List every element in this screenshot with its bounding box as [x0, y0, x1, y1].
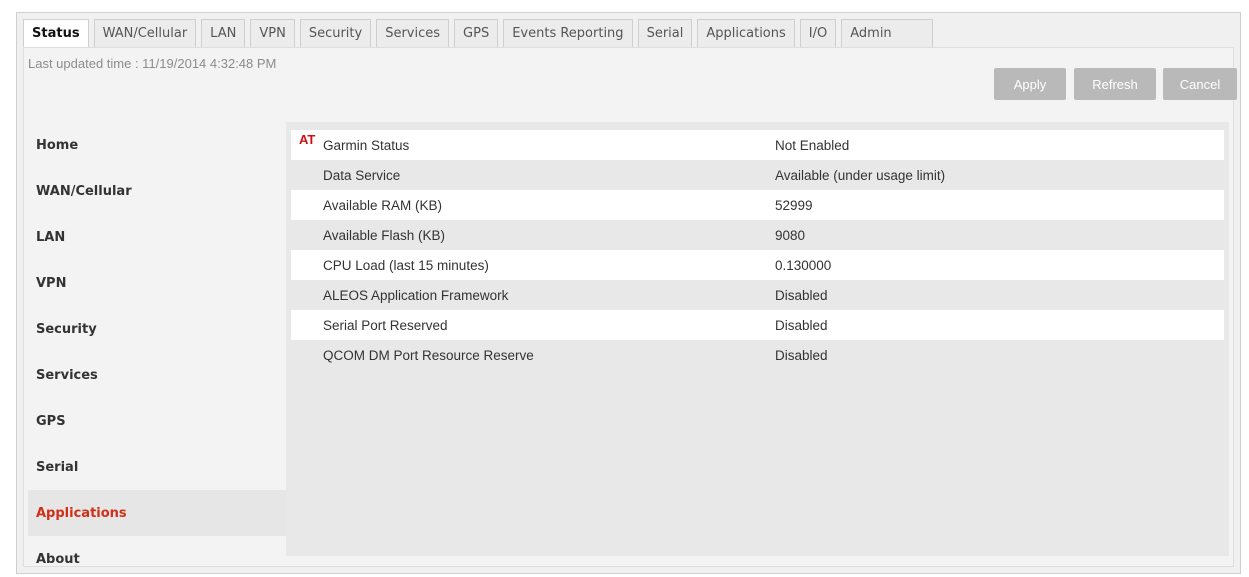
row-label: Serial Port Reserved	[323, 317, 448, 333]
row-value: Available (under usage limit)	[775, 167, 946, 183]
row-value: 52999	[775, 197, 813, 213]
table-row: Serial Port Reserved Disabled	[291, 310, 1224, 340]
tab-services[interactable]: Services	[376, 19, 450, 47]
tab-applications[interactable]: Applications	[697, 19, 795, 47]
tab-vpn[interactable]: VPN	[250, 19, 295, 47]
cancel-button[interactable]: Cancel	[1163, 68, 1237, 100]
tab-lan[interactable]: LAN	[201, 19, 246, 47]
sidebar-item-wan-cellular[interactable]: WAN/Cellular	[28, 168, 286, 214]
row-label: Data Service	[323, 167, 401, 183]
tab-wan-cellular[interactable]: WAN/Cellular	[93, 19, 197, 47]
table-row: Available RAM (KB) 52999	[291, 190, 1224, 220]
table-row: AT Garmin Status Not Enabled	[291, 130, 1224, 160]
row-label: ALEOS Application Framework	[323, 287, 509, 303]
app-frame: Status WAN/Cellular LAN VPN Security Ser…	[16, 12, 1241, 574]
sidebar-item-serial[interactable]: Serial	[28, 444, 286, 490]
tab-serial[interactable]: Serial	[637, 19, 693, 47]
at-marker: AT	[299, 132, 316, 147]
table-row: QCOM DM Port Resource Reserve Disabled	[291, 340, 1224, 370]
tab-admin[interactable]: Admin	[841, 19, 933, 47]
row-label: Garmin Status	[323, 137, 410, 153]
tab-io[interactable]: I/O	[799, 19, 837, 47]
sidebar-item-vpn[interactable]: VPN	[28, 260, 286, 306]
sidebar-item-gps[interactable]: GPS	[28, 398, 286, 444]
sidebar-item-security[interactable]: Security	[28, 306, 286, 352]
main-tab-bar: Status WAN/Cellular LAN VPN Security Ser…	[23, 19, 938, 47]
last-updated-text: Last updated time : 11/19/2014 4:32:48 P…	[28, 56, 277, 71]
sidebar: Home WAN/Cellular LAN VPN Security Servi…	[28, 122, 286, 577]
table-row: CPU Load (last 15 minutes) 0.130000	[291, 250, 1224, 280]
row-label: CPU Load (last 15 minutes)	[323, 257, 489, 273]
tab-status[interactable]: Status	[23, 19, 89, 47]
content-area: Last updated time : 11/19/2014 4:32:48 P…	[23, 47, 1237, 567]
row-value: Disabled	[775, 317, 828, 333]
sidebar-item-lan[interactable]: LAN	[28, 214, 286, 260]
table-row: ALEOS Application Framework Disabled	[291, 280, 1224, 310]
refresh-button[interactable]: Refresh	[1074, 68, 1156, 100]
apply-button[interactable]: Apply	[994, 68, 1066, 100]
sidebar-item-applications[interactable]: Applications	[28, 490, 286, 536]
status-table: AT Garmin Status Not Enabled Data Servic…	[286, 122, 1229, 556]
row-value: 9080	[775, 227, 806, 243]
row-value: 0.130000	[775, 257, 832, 273]
sidebar-item-home[interactable]: Home	[28, 122, 286, 168]
sidebar-item-about[interactable]: About	[28, 536, 286, 577]
table-row: Data Service Available (under usage limi…	[291, 160, 1224, 190]
row-label: QCOM DM Port Resource Reserve	[323, 347, 534, 363]
row-value: Disabled	[775, 347, 828, 363]
tab-events-reporting[interactable]: Events Reporting	[503, 19, 633, 47]
tab-gps[interactable]: GPS	[454, 19, 499, 47]
row-value: Not Enabled	[775, 137, 850, 153]
row-label: Available Flash (KB)	[323, 227, 446, 243]
row-label: Available RAM (KB)	[323, 197, 443, 213]
row-value: Disabled	[775, 287, 828, 303]
sidebar-item-services[interactable]: Services	[28, 352, 286, 398]
table-row: Available Flash (KB) 9080	[291, 220, 1224, 250]
tab-security[interactable]: Security	[299, 19, 372, 47]
